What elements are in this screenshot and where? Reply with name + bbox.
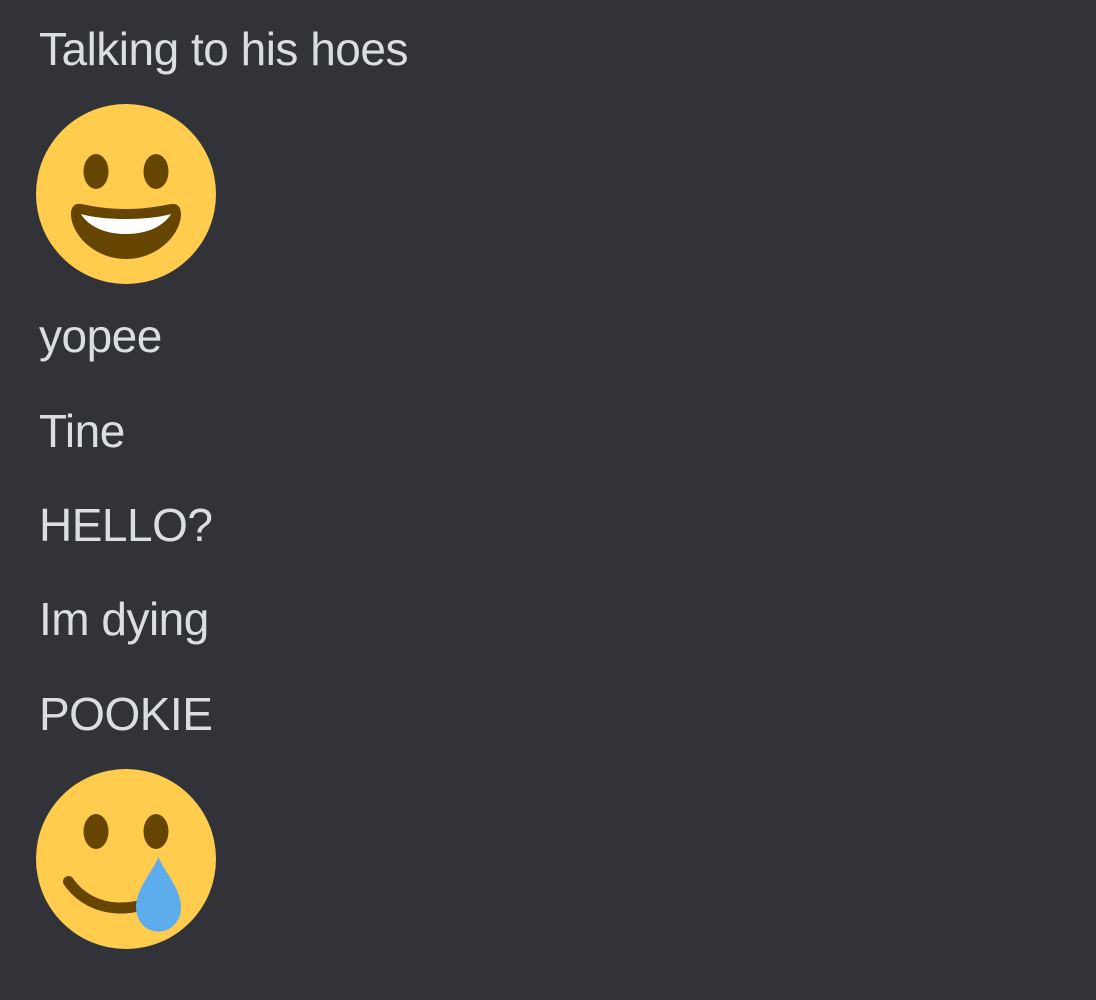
smiling-face-with-tear-icon[interactable]: [36, 769, 216, 949]
chat-message[interactable]: Talking to his hoes: [39, 21, 408, 77]
chat-message[interactable]: HELLO?: [39, 497, 213, 553]
chat-message[interactable]: yopee: [39, 308, 162, 364]
grinning-face-icon[interactable]: [36, 104, 216, 284]
chat-message-list: Talking to his hoes yopee Tine HELLO? Im…: [0, 0, 1096, 1000]
chat-message[interactable]: Tine: [39, 403, 125, 459]
chat-message[interactable]: Im dying: [39, 591, 209, 647]
chat-message[interactable]: POOKIE: [39, 686, 213, 742]
